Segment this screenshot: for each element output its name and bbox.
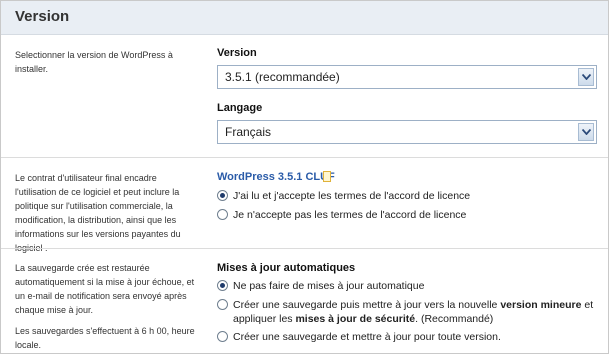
- section-header: Version: [1, 1, 608, 35]
- version-select[interactable]: 3.5.1 (recommandée): [217, 65, 597, 89]
- update-none-radio[interactable]: [217, 280, 228, 291]
- version-label: Version: [217, 47, 257, 59]
- updates-schedule-note: Les sauvegardes s'effectuent à 6 h 00, h…: [15, 326, 195, 350]
- updates-description: La sauvegarde crée est restaurée automat…: [15, 263, 195, 315]
- license-accept-radio[interactable]: [217, 190, 228, 201]
- license-description: Le contrat d'utilisateur final encadre l…: [15, 173, 181, 253]
- version-description: Selectionner la version de WordPress à i…: [15, 50, 173, 74]
- updates-section: La sauvegarde crée est restaurée automat…: [1, 248, 608, 353]
- update-minor-text-bold-1: version mineure: [500, 299, 582, 311]
- language-select[interactable]: Français: [217, 120, 597, 144]
- update-minor-text-3: appliquer les: [233, 313, 296, 325]
- update-none-label: Ne pas faire de mises à jour automatique: [233, 280, 425, 292]
- license-decline-radio[interactable]: [217, 209, 228, 220]
- update-minor-text-2: et: [581, 299, 594, 311]
- license-decline-label: Je n'accepte pas les termes de l'accord …: [233, 209, 467, 221]
- update-minor-label: Créer une sauvegarde puis mettre à jour …: [233, 298, 593, 312]
- chevron-down-icon[interactable]: [578, 123, 594, 141]
- update-minor-radio[interactable]: [217, 299, 228, 310]
- license-accept-label: J'ai lu et j'accepte les termes de l'acc…: [233, 190, 471, 202]
- version-select-value: 3.5.1 (recommandée): [225, 70, 340, 84]
- license-link[interactable]: WordPress 3.5.1 CLUF: [217, 171, 335, 183]
- language-label: Langage: [217, 102, 263, 114]
- update-minor-text-1: Créer une sauvegarde puis mettre à jour …: [233, 299, 501, 311]
- license-section: Le contrat d'utilisateur final encadre l…: [1, 157, 608, 253]
- update-minor-text-bold-2: mises à jour de sécurité: [295, 313, 416, 325]
- update-minor-label-line2: appliquer les mises à jour de sécurité. …: [233, 312, 493, 326]
- updates-title: Mises à jour automatiques: [217, 262, 356, 274]
- language-select-value: Français: [225, 125, 272, 139]
- chevron-down-icon[interactable]: [578, 68, 594, 86]
- document-icon[interactable]: [323, 171, 331, 182]
- page-title: Version: [15, 8, 70, 25]
- version-section: Selectionner la version de WordPress à i…: [1, 35, 608, 156]
- update-all-radio[interactable]: [217, 331, 228, 342]
- update-all-label: Créer une sauvegarde et mettre à jour po…: [233, 331, 501, 343]
- update-minor-text-4: . (Recommandé): [415, 313, 494, 325]
